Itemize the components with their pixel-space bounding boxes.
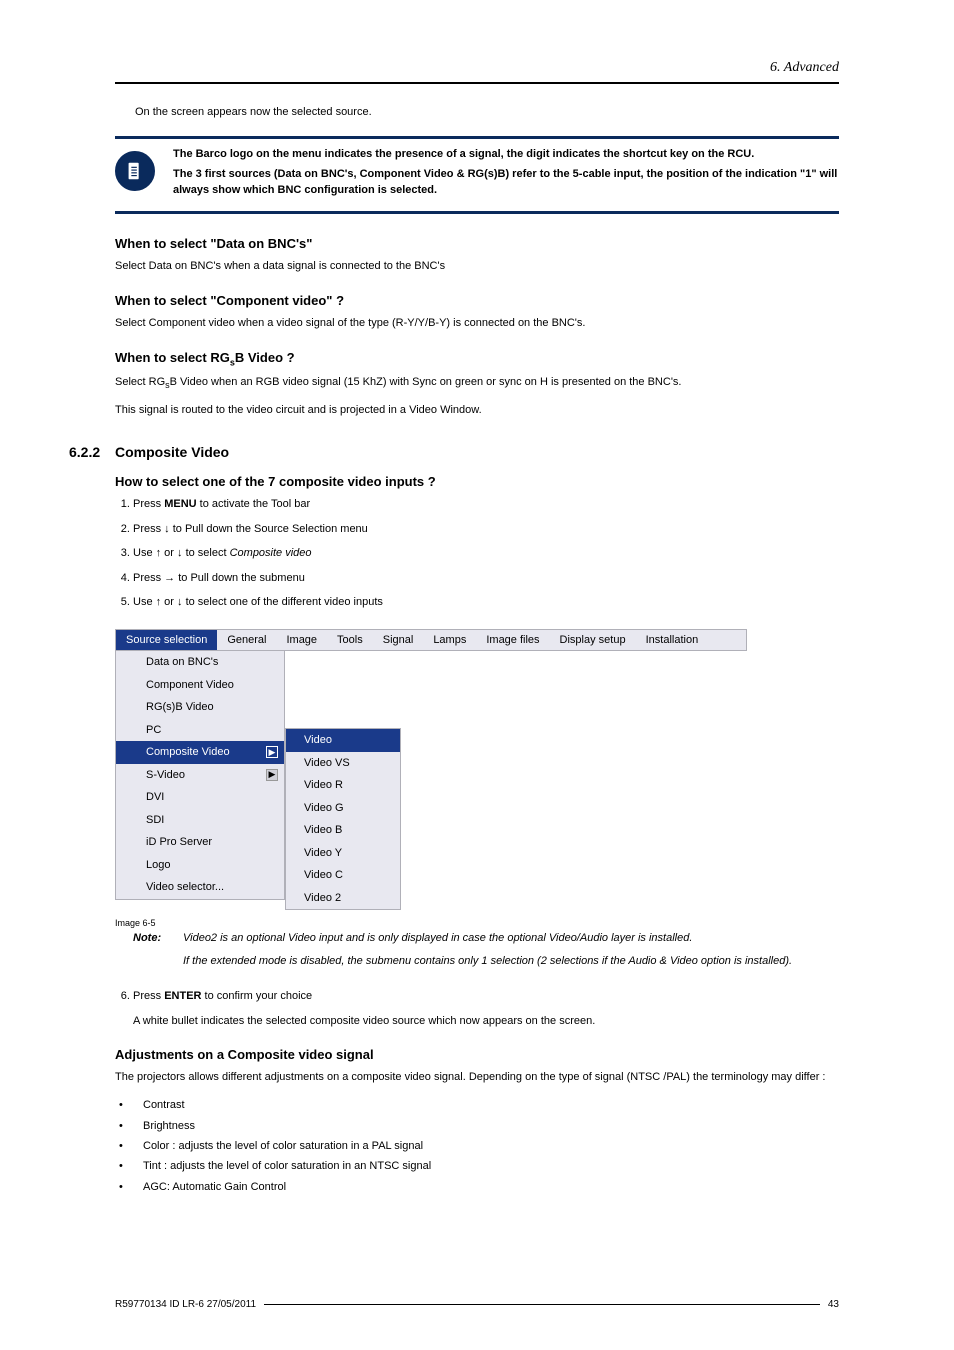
- step-6-note: A white bullet indicates the selected co…: [133, 1014, 839, 1029]
- para: Select Component video when a video sign…: [115, 316, 839, 332]
- step-4: Press → to Pull down the submenu: [133, 571, 839, 586]
- step-3: Use ↑ or ↓ to select Composite video: [133, 546, 839, 561]
- dropdown-item[interactable]: iD Pro Server: [116, 831, 284, 854]
- dropdown-item[interactable]: Data on BNC's: [116, 651, 284, 674]
- dropdown-item[interactable]: PC: [116, 719, 284, 742]
- submenu-item[interactable]: Video C: [286, 864, 400, 887]
- menubar-item-image[interactable]: Image: [276, 630, 327, 650]
- submenu-item[interactable]: Video B: [286, 819, 400, 842]
- para: Select Data on BNC's when a data signal …: [115, 259, 839, 275]
- note-text: The Barco logo on the menu indicates the…: [173, 147, 839, 203]
- dropdown-item-composite-video[interactable]: Composite Video▶: [116, 741, 284, 764]
- step-5: Use ↑ or ↓ to select one of the differen…: [133, 595, 839, 610]
- header-rule: [115, 82, 839, 84]
- menu-screenshot: Source selection General Image Tools Sig…: [115, 629, 747, 910]
- step-1: Press MENU to activate the Tool bar: [133, 497, 839, 512]
- step-2: Press ↓ to Pull down the Source Selectio…: [133, 522, 839, 537]
- dropdown-item[interactable]: DVI: [116, 786, 284, 809]
- section-heading-6-2-2: 6.2.2Composite Video: [69, 444, 839, 460]
- list-item: Color : adjusts the level of color satur…: [119, 1139, 839, 1154]
- submenu-item[interactable]: Video G: [286, 797, 400, 820]
- dropdown-item-svideo[interactable]: S-Video▶: [116, 764, 284, 787]
- menubar-item-display-setup[interactable]: Display setup: [550, 630, 636, 650]
- composite-video-submenu: Video Video VS Video R Video G Video B V…: [285, 728, 401, 910]
- heading-data-on-bncs: When to select "Data on BNC's": [115, 236, 839, 251]
- note-block: Note: Video2 is an optional Video input …: [133, 930, 839, 975]
- submenu-item[interactable]: Video VS: [286, 752, 400, 775]
- dropdown-item[interactable]: Component Video: [116, 674, 284, 697]
- list-item: Tint : adjusts the level of color satura…: [119, 1159, 839, 1174]
- list-item: Brightness: [119, 1119, 839, 1134]
- adjustments-list: Contrast Brightness Color : adjusts the …: [119, 1098, 839, 1195]
- note-p1: Video2 is an optional Video input and is…: [183, 930, 792, 947]
- image-caption: Image 6-5: [115, 918, 839, 928]
- submenu-arrow-icon: ▶: [266, 769, 278, 781]
- intro-text: On the screen appears now the selected s…: [135, 106, 839, 118]
- submenu-item-video[interactable]: Video: [286, 729, 400, 752]
- submenu-item[interactable]: Video Y: [286, 842, 400, 865]
- para: This signal is routed to the video circu…: [115, 403, 839, 419]
- document-icon: [124, 160, 146, 182]
- heading-adjustments: Adjustments on a Composite video signal: [115, 1047, 839, 1062]
- para: Select RGsB Video when an RGB video sign…: [115, 375, 839, 392]
- note-label: Note:: [133, 930, 183, 975]
- menubar-item-lamps[interactable]: Lamps: [423, 630, 476, 650]
- list-item: Contrast: [119, 1098, 839, 1113]
- note-line2: The 3 first sources (Data on BNC's, Comp…: [173, 167, 839, 199]
- menubar-item-tools[interactable]: Tools: [327, 630, 373, 650]
- dropdown-item[interactable]: SDI: [116, 809, 284, 832]
- footer-page-number: 43: [828, 1299, 839, 1310]
- steps-list-cont: Press ENTER to confirm your choice A whi…: [133, 989, 839, 1029]
- dropdown-item[interactable]: Video selector...: [116, 876, 284, 899]
- note-icon: [115, 151, 155, 191]
- step-6: Press ENTER to confirm your choice A whi…: [133, 989, 839, 1029]
- heading-howto: How to select one of the 7 composite vid…: [115, 474, 839, 489]
- source-selection-dropdown: Data on BNC's Component Video RG(s)B Vid…: [115, 651, 285, 900]
- menubar-item-source-selection[interactable]: Source selection: [116, 630, 217, 650]
- submenu-item[interactable]: Video R: [286, 774, 400, 797]
- submenu-arrow-icon: ▶: [266, 746, 278, 758]
- page-footer: R59770134 ID LR-6 27/05/2011 43: [115, 1299, 839, 1310]
- dropdown-item[interactable]: RG(s)B Video: [116, 696, 284, 719]
- dropdown-item[interactable]: Logo: [116, 854, 284, 877]
- menubar-item-installation[interactable]: Installation: [636, 630, 709, 650]
- heading-component-video: When to select "Component video" ?: [115, 293, 839, 308]
- submenu-item[interactable]: Video 2: [286, 887, 400, 910]
- info-note-box: The Barco logo on the menu indicates the…: [115, 136, 839, 214]
- chapter-title: 6. Advanced: [115, 60, 839, 76]
- menubar: Source selection General Image Tools Sig…: [115, 629, 747, 651]
- note-line1: The Barco logo on the menu indicates the…: [173, 147, 839, 163]
- footer-left: R59770134 ID LR-6 27/05/2011: [115, 1299, 256, 1310]
- menubar-item-general[interactable]: General: [217, 630, 276, 650]
- note-p2: If the extended mode is disabled, the su…: [183, 953, 792, 970]
- menubar-item-image-files[interactable]: Image files: [476, 630, 549, 650]
- para: The projectors allows different adjustme…: [115, 1070, 839, 1086]
- footer-rule: [264, 1304, 820, 1305]
- steps-list: Press MENU to activate the Tool bar Pres…: [133, 497, 839, 610]
- menubar-item-signal[interactable]: Signal: [373, 630, 424, 650]
- list-item: AGC: Automatic Gain Control: [119, 1180, 839, 1195]
- heading-rgsb-video: When to select RGsB Video ?: [115, 350, 839, 368]
